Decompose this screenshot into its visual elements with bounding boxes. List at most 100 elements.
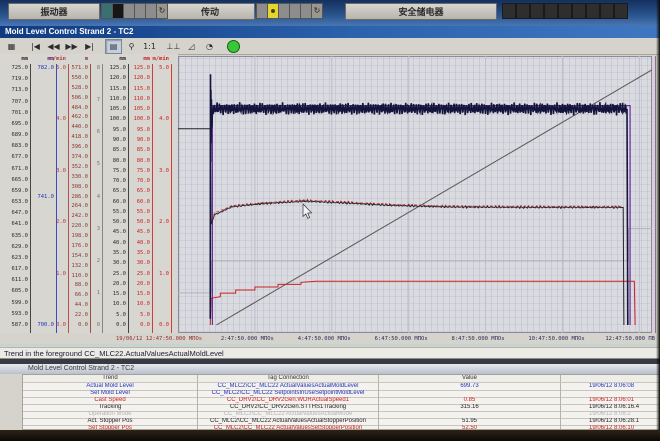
ruler-window-title: Mold Level Control Strand 2 - TC2 <box>28 365 134 372</box>
axis-tick-label: 65.0 <box>120 188 150 194</box>
axis-tick-label: 115.0 <box>120 86 150 92</box>
stop-update-button[interactable]: ▤ <box>105 39 122 54</box>
axis-unit: m/min <box>139 56 169 62</box>
axis-tick-label: 15.0 <box>120 291 150 297</box>
axis-unit: m <box>58 56 88 62</box>
ruler-button[interactable]: ⊥⊥ <box>165 39 182 54</box>
page: 振动器 传动 安全储电器 ↻ ↻ Mold Level Control Strand 2… <box>0 0 660 441</box>
scroll-back-button[interactable]: ◀◀ <box>45 39 62 54</box>
trend-plot-area[interactable] <box>178 56 652 333</box>
time-tick-label: 19/06/12 12:47:50.000 ΜΠΟs <box>116 336 202 342</box>
axis-tick-label: 80.0 <box>120 158 150 164</box>
trend-cell: Tracking <box>23 404 198 411</box>
trend-curve-set-mold-level <box>212 106 630 325</box>
axis-tick-label: 1.0 <box>139 271 169 277</box>
datetime-cell: 19/06/12 8:06:2 <box>561 411 660 418</box>
connection-status-icon <box>227 40 240 53</box>
axis-tick-label: 55.0 <box>120 209 150 215</box>
status-square[interactable] <box>614 3 628 19</box>
trend-toolbar: ▦ |◀◀◀▶▶▶| ▤⚲1:1 ⊥⊥◿◔ <box>0 38 660 55</box>
status-square[interactable] <box>600 3 614 19</box>
axis-tick-label: 10.0 <box>120 301 150 307</box>
datetime-cell <box>561 390 660 397</box>
axis-tick-label: 60.0 <box>120 199 150 205</box>
ruler-window-titlebar: Mold Level Control Strand 2 - TC2 <box>0 364 660 374</box>
axis-line <box>171 64 172 333</box>
one-to-one-button[interactable]: 1:1 <box>141 39 158 54</box>
value-cell: Value <box>379 375 561 382</box>
axis-tick-label: 550.0 <box>58 75 88 81</box>
axis-tick-label: 629.0 <box>0 244 28 250</box>
axis-tick-label: 653.0 <box>0 199 28 205</box>
status-square[interactable] <box>572 3 586 19</box>
jump-last-button[interactable]: ▶| <box>81 39 98 54</box>
status-square[interactable] <box>544 3 558 19</box>
nav-button-2[interactable]: 传动 <box>165 3 255 20</box>
status-square[interactable] <box>586 3 600 19</box>
value-cell: 0.85 <box>379 397 561 404</box>
table-toggle-button[interactable]: ▦ <box>3 39 20 54</box>
axis-tick-label: 611.0 <box>0 277 28 283</box>
axis-tick-label: 593.0 <box>0 311 28 317</box>
zoom-button[interactable]: ⚲ <box>123 39 140 54</box>
value-cell: 315.16 <box>379 404 561 411</box>
timebase-button[interactable]: ◔ <box>201 39 218 54</box>
datetime-cell: 19/06/12 8:06:28.1 <box>561 418 660 425</box>
axis-tick-label: 308.0 <box>58 184 88 190</box>
status-square[interactable] <box>530 3 544 19</box>
scroll-forward-button[interactable]: ▶▶ <box>63 39 80 54</box>
statistics-button[interactable]: ◿ <box>183 39 200 54</box>
axis-tick-label: 635.0 <box>0 233 28 239</box>
axis-tick-label: 330.0 <box>58 174 88 180</box>
value-cell <box>379 390 561 397</box>
datetime-cell: Date/Time <box>561 375 660 382</box>
axis-tick-label: 683.0 <box>0 143 28 149</box>
axis-tick-label: 22.0 <box>58 312 88 318</box>
axis-tick-label: 605.0 <box>0 288 28 294</box>
axis-tick-label: 396.0 <box>58 144 88 150</box>
status-square[interactable]: ↻ <box>156 3 168 19</box>
nav-button-1[interactable]: 振动器 <box>8 3 100 20</box>
status-square[interactable] <box>558 3 572 19</box>
datetime-cell: 19/06/12 8:06:16.4 <box>561 404 660 411</box>
status-square[interactable]: ↻ <box>311 3 323 19</box>
time-tick-label: 6:47:50.000 ΜΠΟs <box>375 336 428 342</box>
datetime-cell: 19/06/12 8:06:01 <box>561 397 660 404</box>
value-axes: mm725.0719.0713.0707.0701.0695.0689.0683… <box>0 54 178 333</box>
axis-tick-label: 20.0 <box>120 281 150 287</box>
nav-button-3[interactable]: 安全储电器 <box>345 3 497 20</box>
status-square[interactable] <box>516 3 530 19</box>
time-tick-label: 4:47:50.000 ΜΠΟs <box>298 336 351 342</box>
axis-tick-label: 35.0 <box>120 250 150 256</box>
axis-tick-label: 617.0 <box>0 266 28 272</box>
axis-tick-label: 44.0 <box>58 302 88 308</box>
trend-cell: Cast Speed <box>23 397 198 404</box>
trend-window-titlebar: Mold Level Control Strand 2 - TC2 <box>0 26 660 38</box>
axis-tick-label: 528.0 <box>58 85 88 91</box>
axis-tick-label: 677.0 <box>0 154 28 160</box>
axis-tick-label: 70.0 <box>120 178 150 184</box>
trend-cell: Trend <box>23 375 198 382</box>
axis-tick-label: 671.0 <box>0 166 28 172</box>
datetime-cell: 19/06/12 8:06:08 <box>561 383 660 390</box>
trend-cell: Actual Mold Level <box>23 383 198 390</box>
axis-tick-label: 3.0 <box>139 168 169 174</box>
trend-window-title: Mold Level Control Strand 2 - TC2 <box>5 27 133 36</box>
tag-cell: CC_MLC2\CC_MLC22 ActualValuesActualMode <box>198 411 379 418</box>
jump-first-button[interactable]: |◀ <box>27 39 44 54</box>
axis-tick-label: 88.0 <box>58 282 88 288</box>
toolbar-separator <box>219 40 225 53</box>
axis-tick-label: 462.0 <box>58 114 88 120</box>
screen-edge <box>656 0 660 430</box>
axis-tick-label: 90.0 <box>120 137 150 143</box>
trend-cell: Set Mold Level <box>23 390 198 397</box>
axis-tick-label: 741.0 <box>24 194 54 200</box>
axis-tick-label: 623.0 <box>0 255 28 261</box>
axis-tick-label: 0.0 <box>139 322 169 328</box>
time-tick-label: 8:47:50.000 ΜΠΟs <box>452 336 505 342</box>
axis-tick-label: 30.0 <box>120 260 150 266</box>
status-square[interactable] <box>502 3 516 19</box>
axis-tick-label: 95.0 <box>120 127 150 133</box>
axis-tick-label: 264.0 <box>58 203 88 209</box>
axis-tick-label: 2.0 <box>139 219 169 225</box>
